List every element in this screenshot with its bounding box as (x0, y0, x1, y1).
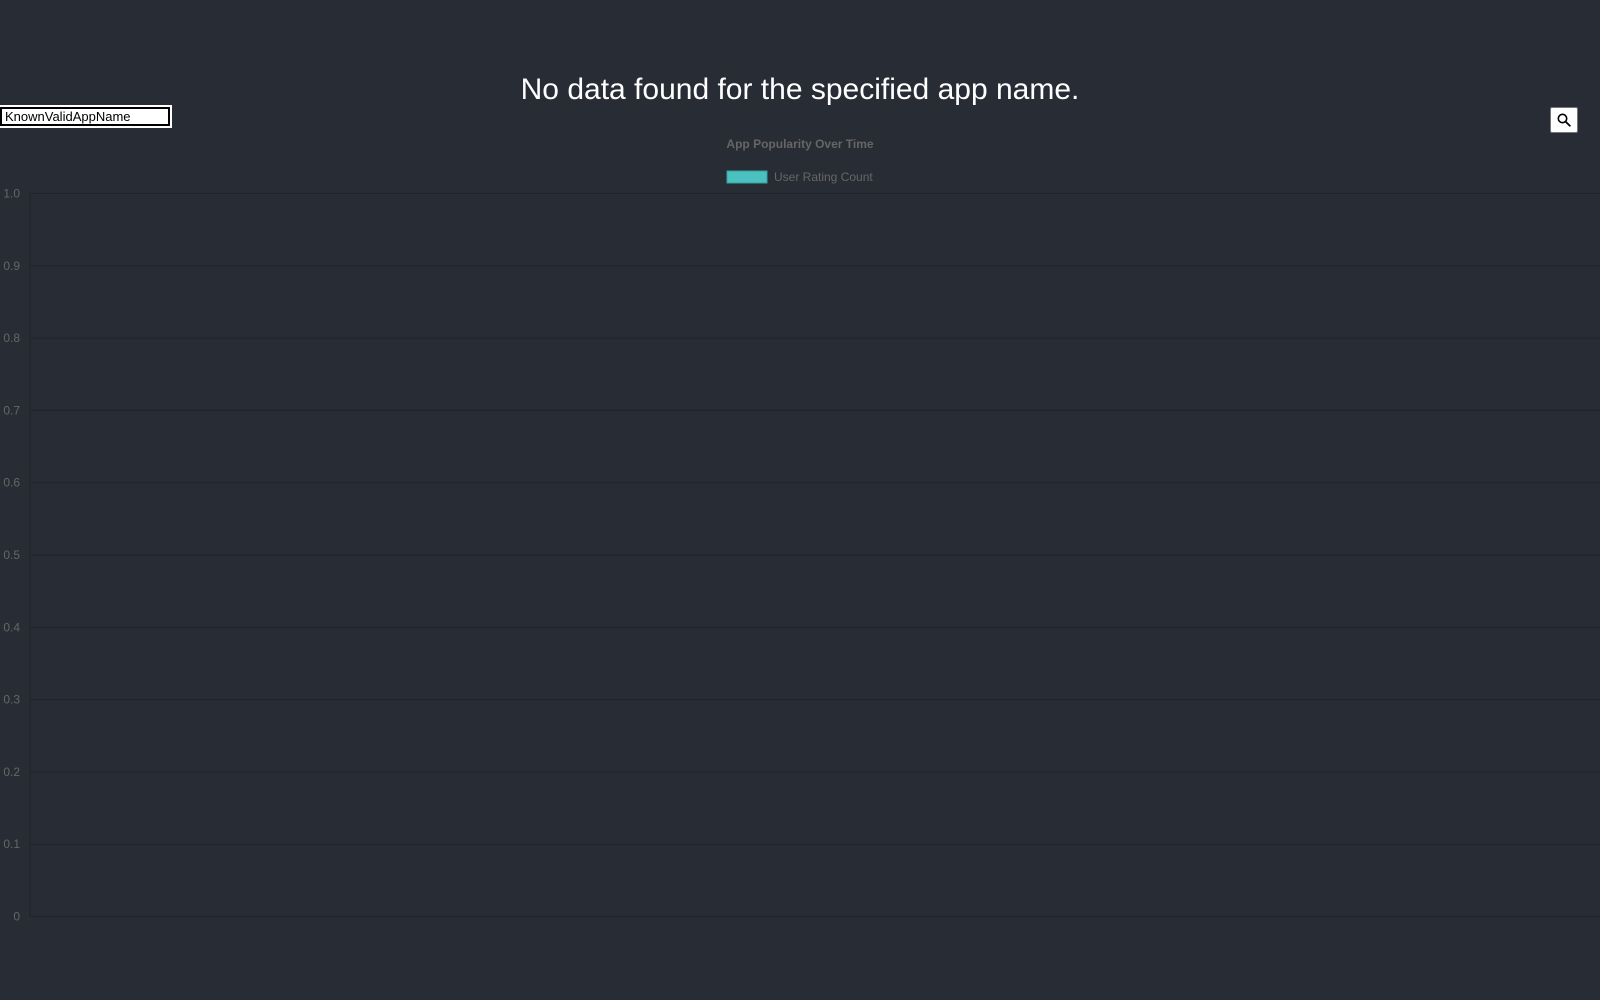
y-tick-label: 0.8 (3, 331, 20, 345)
y-tick-label: 1.0 (3, 187, 20, 201)
legend-label: User Rating Count (774, 170, 873, 184)
y-tick-label: 0.7 (3, 403, 20, 417)
legend[interactable]: User Rating Count (726, 170, 873, 184)
y-tick-label: 0.4 (3, 620, 20, 634)
chart-grid (29, 193, 1600, 917)
y-tick-label: 0.2 (3, 765, 20, 779)
popularity-chart: 0 0.1 0.2 0.3 0.4 0.5 0.6 0.7 0.8 0.9 1.0 App Popu… (0, 130, 1600, 930)
no-data-message: No data found for the specified app name… (520, 73, 1080, 106)
y-tick-label: 0.3 (3, 693, 20, 707)
chart-canvas: 0 0.1 0.2 0.3 0.4 0.5 0.6 0.7 0.8 0.9 1.0 App Popu… (3, 137, 1600, 924)
app-name-input[interactable] (0, 105, 172, 128)
y-tick-label: 0.1 (3, 837, 20, 851)
chart-title: App Popularity Over Time (726, 137, 873, 151)
y-tick-label: 0.5 (3, 548, 20, 562)
y-tick-label: 0 (13, 910, 20, 924)
y-tick-label: 0.9 (3, 259, 20, 273)
legend-swatch (726, 170, 768, 184)
y-tick-label: 0.6 (3, 476, 20, 490)
search-icon (1557, 113, 1571, 127)
y-axis-ticks: 0 0.1 0.2 0.3 0.4 0.5 0.6 0.7 0.8 0.9 1.0 (3, 187, 20, 924)
app-root: No data found for the specified app name… (0, 0, 1600, 1000)
